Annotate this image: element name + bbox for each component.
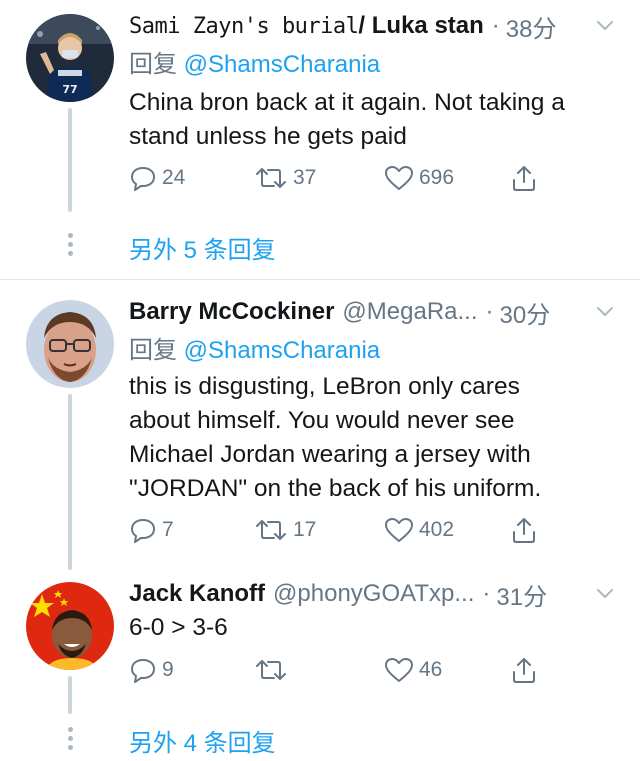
tweet-text-line: China bron back at it again. Not taking … — [129, 89, 565, 116]
avatar[interactable] — [26, 300, 114, 388]
show-more-replies-link[interactable]: 另外 4 条回复 — [129, 723, 276, 758]
tweet-1[interactable]: 77 Sami Zayn's burial / Luka stan · 38分 … — [0, 0, 640, 279]
like-count: 46 — [419, 658, 443, 681]
heart-icon — [385, 166, 413, 190]
more-replies-dots — [66, 727, 74, 751]
display-name[interactable]: Barry McCockiner — [129, 298, 334, 326]
share-icon — [513, 166, 535, 191]
thread-line — [68, 108, 72, 212]
retweet-count: 17 — [293, 518, 317, 541]
like-button[interactable]: 696 — [384, 161, 454, 195]
chevron-down-icon[interactable] — [594, 14, 616, 36]
retweet-count: 37 — [293, 166, 317, 189]
reply-icon — [131, 659, 155, 683]
retweet-icon — [256, 168, 286, 188]
share-icon — [513, 658, 535, 683]
thread-line — [68, 394, 72, 570]
like-button[interactable]: 46 — [384, 653, 442, 687]
tweet-text-line: Michael Jordan wearing a jersey with — [129, 441, 531, 468]
reply-icon — [131, 167, 155, 191]
reply-mention-link[interactable]: @ShamsCharania — [184, 51, 380, 78]
retweet-icon — [256, 660, 286, 680]
more-replies-dots — [66, 233, 74, 257]
separator-dot: · — [482, 580, 491, 607]
separator-dot: · — [485, 298, 494, 325]
reply-icon — [131, 519, 155, 543]
tweet-text-line: 6-0 > 3-6 — [129, 614, 228, 641]
avatar[interactable] — [26, 582, 114, 670]
reply-count: 9 — [162, 658, 174, 681]
like-count: 402 — [419, 518, 455, 541]
china-flag-face-avatar-icon — [26, 582, 114, 670]
replying-to: 回复 @ShamsCharania — [129, 330, 380, 365]
tweet-header: Jack Kanoff @phonyGOATxp... · 31分 — [129, 576, 620, 612]
display-name-prefix[interactable]: Sami Zayn's burial — [129, 14, 359, 39]
reply-count: 7 — [162, 518, 174, 541]
avatar[interactable]: 77 — [26, 14, 114, 102]
reply-label: 回复 — [129, 51, 177, 78]
timestamp[interactable]: 31分 — [496, 577, 547, 612]
tweet-header: Barry McCockiner @MegaRa... · 30分 — [129, 294, 620, 330]
share-icon — [513, 518, 535, 543]
action-bar: 9 46 — [129, 653, 549, 687]
reply-button[interactable]: 24 — [129, 161, 185, 195]
reply-label: 回复 — [129, 337, 177, 364]
tweet-text: this is disgusting, LeBron only cares ab… — [129, 370, 619, 506]
action-bar: 24 37 696 — [129, 161, 549, 195]
reply-button[interactable]: 7 — [129, 513, 174, 547]
action-bar: 7 17 402 — [129, 513, 549, 547]
share-button[interactable] — [509, 161, 539, 195]
chevron-down-icon[interactable] — [594, 582, 616, 604]
reply-button[interactable]: 9 — [129, 653, 174, 687]
tweet-text-line: stand unless he gets paid — [129, 123, 407, 150]
tweet-text-line: "JORDAN" on the back of his uniform. — [129, 475, 542, 502]
retweet-button[interactable]: 17 — [254, 513, 316, 547]
face-glasses-avatar-icon — [26, 300, 114, 388]
separator-dot: · — [491, 12, 500, 39]
replying-to: 回复 @ShamsCharania — [129, 44, 380, 79]
tweet-header: Sami Zayn's burial / Luka stan · 38分 — [129, 8, 620, 44]
timestamp[interactable]: 30分 — [500, 295, 551, 330]
tweet-text: China bron back at it again. Not taking … — [129, 86, 619, 154]
like-count: 696 — [419, 166, 455, 189]
chevron-down-icon[interactable] — [594, 300, 616, 322]
tweet-text-line: this is disgusting, LeBron only cares — [129, 373, 520, 400]
tweet-3[interactable]: Jack Kanoff @phonyGOATxp... · 31分 6-0 > … — [0, 570, 640, 761]
like-button[interactable]: 402 — [384, 513, 454, 547]
display-name[interactable]: Jack Kanoff — [129, 580, 265, 608]
display-name-suffix[interactable]: / Luka stan — [358, 12, 483, 40]
basketball-player-avatar-icon: 77 — [26, 14, 114, 102]
svg-text:77: 77 — [62, 83, 77, 96]
tweet-text: 6-0 > 3-6 — [129, 611, 619, 645]
share-button[interactable] — [509, 653, 539, 687]
user-handle[interactable]: @phonyGOATxp... — [273, 580, 474, 608]
share-button[interactable] — [509, 513, 539, 547]
user-handle[interactable]: @MegaRa... — [342, 298, 477, 326]
reply-mention-link[interactable]: @ShamsCharania — [184, 337, 380, 364]
tweet-2[interactable]: Barry McCockiner @MegaRa... · 30分 回复 @Sh… — [0, 280, 640, 570]
retweet-button[interactable] — [254, 653, 293, 687]
retweet-icon — [256, 520, 286, 540]
reply-count: 24 — [162, 166, 186, 189]
heart-icon — [385, 658, 413, 682]
retweet-button[interactable]: 37 — [254, 161, 316, 195]
timestamp[interactable]: 38分 — [506, 9, 557, 44]
tweet-text-line: about himself. You would never see — [129, 407, 515, 434]
show-more-replies-link[interactable]: 另外 5 条回复 — [129, 230, 276, 265]
heart-icon — [385, 518, 413, 542]
thread-line — [68, 676, 72, 714]
